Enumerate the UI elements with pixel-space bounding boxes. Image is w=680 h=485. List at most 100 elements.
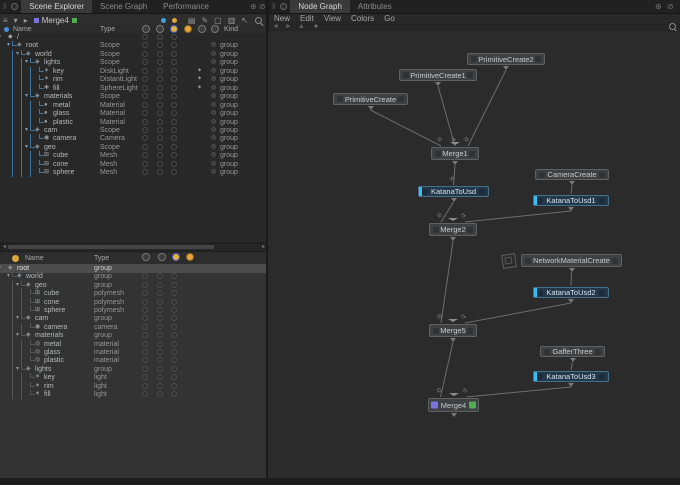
current-node-label[interactable]: Merge4 — [42, 16, 69, 25]
toggle-cell[interactable] — [157, 324, 163, 330]
toggle-cell[interactable] — [157, 341, 163, 347]
back-icon[interactable]: ◄ — [272, 23, 279, 30]
node-merge5[interactable]: Merge5 — [429, 324, 477, 337]
toggle-cell[interactable] — [171, 152, 177, 158]
dropdown-chevron-icon[interactable]: ▾ — [14, 16, 18, 25]
toggle-cell[interactable] — [157, 76, 163, 82]
pane-grip-icon[interactable]: ‖ — [0, 2, 8, 11]
node-katanatousd2[interactable]: KatanaToUsd2 — [533, 287, 609, 298]
pane-close-icon[interactable]: ⊘ — [667, 2, 674, 11]
up-icon[interactable]: ▲ — [298, 23, 305, 30]
toggle-cell[interactable] — [142, 93, 148, 99]
toggle-cell[interactable] — [157, 127, 163, 133]
toggle-cell[interactable] — [142, 127, 148, 133]
toggle-cell[interactable] — [142, 332, 148, 338]
working-set-blue-icon[interactable] — [161, 18, 166, 23]
toggle-cell[interactable] — [142, 119, 148, 125]
toggle-cell[interactable] — [171, 307, 177, 313]
render-icon[interactable] — [156, 25, 164, 33]
toggle-cell[interactable] — [171, 273, 177, 279]
toggle-cell[interactable] — [142, 76, 148, 82]
toggle-cell[interactable] — [142, 110, 148, 116]
toggle-cell[interactable] — [171, 161, 177, 167]
toggle-cell[interactable] — [171, 51, 177, 57]
collapse-chevron-icon[interactable] — [448, 319, 458, 322]
toggle-cell[interactable] — [157, 299, 163, 305]
toggle-cell[interactable] — [171, 110, 177, 116]
toggle-cell[interactable] — [171, 349, 177, 355]
node-primitivecreate[interactable]: PrimitiveCreate — [333, 93, 408, 105]
toggle-cell[interactable] — [171, 315, 177, 321]
forward-icon[interactable]: ► — [285, 23, 292, 30]
search-icon[interactable] — [255, 17, 262, 24]
scroll-right-icon[interactable]: ▸ — [262, 244, 265, 251]
name-column-header[interactable]: Name — [13, 26, 32, 33]
toggle-cell[interactable] — [142, 161, 148, 167]
toggle-cell[interactable] — [171, 341, 177, 347]
output-port-icon[interactable] — [569, 181, 575, 185]
node-merge1[interactable]: Merge1 — [431, 147, 479, 160]
toggle-cell[interactable] — [142, 68, 148, 74]
type-column-header[interactable]: Type — [94, 255, 109, 262]
toggle-cell[interactable] — [171, 357, 177, 363]
toggle-cell[interactable] — [157, 332, 163, 338]
toggle-cell[interactable] — [142, 357, 148, 363]
light-link-icon[interactable] — [172, 253, 180, 261]
toggle-cell[interactable] — [142, 324, 148, 330]
toggle-cell[interactable] — [142, 307, 148, 313]
toggle-cell[interactable] — [142, 135, 148, 141]
toggle-cell[interactable] — [142, 152, 148, 158]
node-katanatousd1[interactable]: KatanaToUsd1 — [533, 195, 609, 206]
pane-float-icon[interactable] — [280, 3, 287, 10]
output-port-icon[interactable] — [503, 66, 509, 70]
output-port-icon[interactable] — [568, 383, 574, 387]
shading-icon[interactable] — [186, 253, 194, 261]
toggle-cell[interactable] — [157, 152, 163, 158]
output-port-icon[interactable] — [450, 237, 456, 241]
toggle-cell[interactable] — [142, 273, 148, 279]
toggle-cell[interactable] — [157, 282, 163, 288]
toggle-cell[interactable] — [142, 51, 148, 57]
light-link-icon[interactable] — [170, 25, 178, 33]
output-port-icon[interactable] — [452, 161, 458, 165]
toggle-cell[interactable] — [142, 391, 148, 397]
node-merge2[interactable]: Merge2 — [429, 223, 477, 236]
toggle-cell[interactable] — [157, 349, 163, 355]
toggle-cell[interactable] — [142, 102, 148, 108]
tree-row-sphere[interactable]: ⊞sphereMesh◎group — [0, 168, 266, 177]
toggle-cell[interactable] — [171, 290, 177, 296]
expand-chevron-icon[interactable]: ▸ — [24, 16, 28, 25]
pane-split-icon[interactable]: ⊕ — [250, 2, 257, 11]
toggle-cell[interactable] — [171, 282, 177, 288]
node-graph-canvas[interactable]: i0i1i2ini0i1i0i1i0i1PrimitiveCreatePrimi… — [268, 31, 680, 478]
toggle-cell[interactable] — [142, 59, 148, 65]
shading-icon[interactable] — [184, 25, 192, 33]
toggle-cell[interactable] — [171, 68, 177, 74]
tab-scene-graph[interactable]: Scene Graph — [92, 0, 155, 13]
output-port-icon[interactable] — [570, 358, 576, 362]
toggle-cell[interactable] — [142, 144, 148, 150]
toggle-cell[interactable] — [157, 391, 163, 397]
render-icon[interactable] — [158, 253, 166, 261]
toggle-cell[interactable] — [171, 391, 177, 397]
toggle-cell[interactable] — [171, 169, 177, 175]
openable-icon[interactable] — [198, 25, 206, 33]
output-port-icon[interactable] — [451, 198, 457, 202]
toggle-cell[interactable] — [157, 273, 163, 279]
toggle-cell[interactable] — [171, 332, 177, 338]
toggle-cell[interactable] — [171, 127, 177, 133]
toggle-cell[interactable] — [171, 102, 177, 108]
toggle-cell[interactable] — [171, 144, 177, 150]
columns-icon[interactable]: ▥ — [228, 16, 236, 25]
toggle-cell[interactable] — [157, 68, 163, 74]
kind-column-header[interactable]: Kind — [224, 26, 238, 33]
toggle-cell[interactable] — [171, 383, 177, 389]
horizontal-scrollbar[interactable]: ◂ ▸ — [0, 243, 268, 252]
output-port-icon[interactable] — [568, 299, 574, 303]
toggle-cell[interactable] — [171, 76, 177, 82]
toggle-cell[interactable] — [142, 34, 148, 40]
tab-scene-explorer[interactable]: Scene Explorer — [21, 0, 92, 13]
toggle-cell[interactable] — [142, 282, 148, 288]
pane-close-icon[interactable]: ⊘ — [259, 2, 266, 11]
toggle-cell[interactable] — [157, 374, 163, 380]
